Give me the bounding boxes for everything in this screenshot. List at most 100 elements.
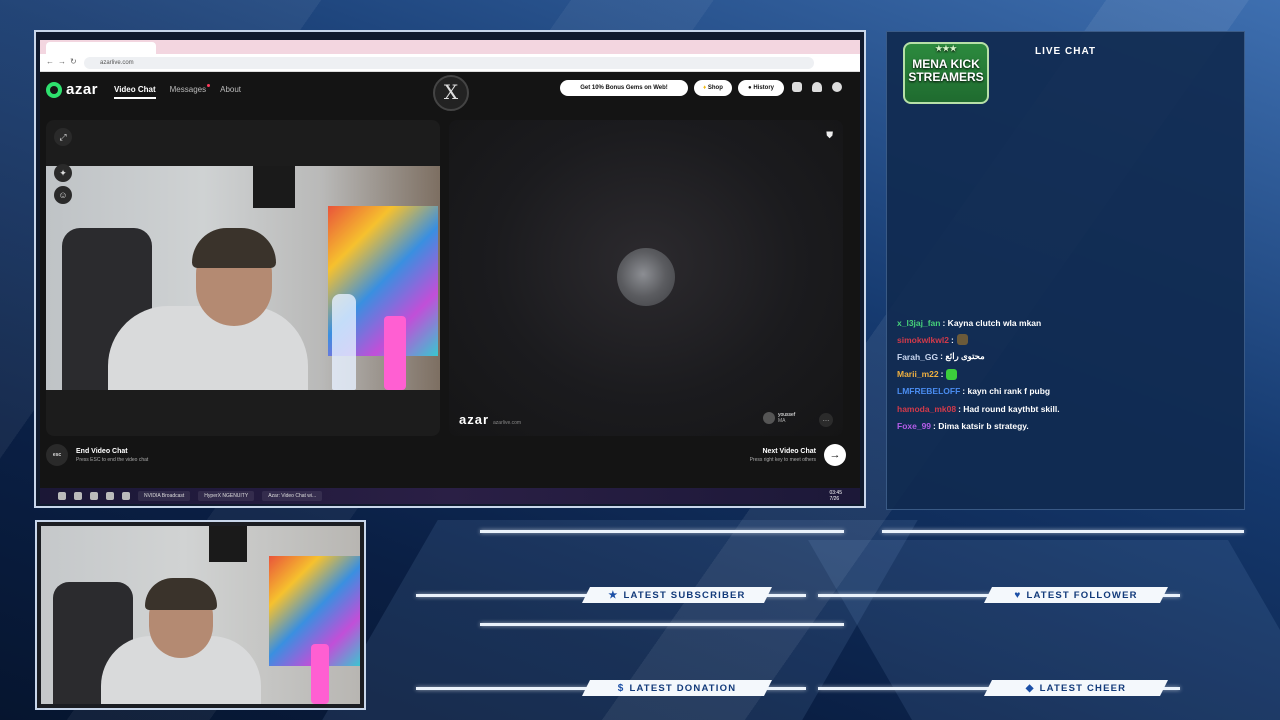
x-logo-icon: X [433, 75, 469, 111]
expand-icon[interactable]: ⤢ [54, 128, 72, 146]
chat-message: Farah_GG: محتوى رائع [897, 348, 1237, 365]
bell-icon[interactable] [812, 82, 822, 92]
latest-follower-plate: ♥ LATEST FOLLOWER [984, 587, 1168, 603]
azar-logo[interactable]: azar [46, 81, 98, 98]
profile-icon[interactable] [832, 82, 842, 92]
arrow-right-icon[interactable]: → [824, 444, 846, 466]
self-camera-feed [46, 166, 440, 390]
chat-text: : Dima katsir b strategy. [933, 420, 1029, 431]
latest-cheer-label: LATEST CHEER [1039, 682, 1127, 694]
wall-poster [253, 166, 295, 208]
browser-tab-strip [40, 40, 860, 54]
latest-follower-label: LATEST FOLLOWER [1026, 589, 1138, 601]
watermark-text: azar [459, 412, 490, 427]
person-hoodie [108, 306, 308, 390]
chat-username[interactable]: x_l3jaj_fan [897, 318, 940, 328]
nav-about[interactable]: About [220, 85, 241, 99]
nav-messages[interactable]: Messages [170, 84, 211, 99]
peer-info[interactable]: youssef MA [763, 412, 795, 424]
mena-kick-streamers-logo: ★★★ MENA KICK STREAMERS [903, 42, 989, 104]
emote-icon [956, 334, 968, 346]
main-nav: Video Chat Messages About [114, 84, 241, 99]
live-chat-title: LIVE CHAT [1035, 46, 1097, 57]
beanie [192, 228, 276, 268]
chat-username[interactable]: Marii_m22 [897, 369, 939, 379]
taskbar-app-azar[interactable]: Azar: Video Chat wi... [262, 491, 323, 501]
alert-divider [882, 530, 1244, 533]
shield-icon[interactable]: ⛊ [826, 130, 833, 141]
latest-donation-plate: $ LATEST DONATION [582, 680, 772, 696]
latest-cheer-bar: ◆ LATEST CHEER [818, 680, 1180, 696]
magic-wand-icon[interactable]: ✦ [54, 164, 72, 182]
pink-lamp [311, 644, 329, 704]
search-icon[interactable] [58, 492, 66, 500]
partner-video-pane: ⛊ azar azarlive.com youssef MA … [449, 120, 843, 436]
latest-subscriber-label: LATEST SUBSCRIBER [623, 589, 746, 601]
chat-text: : محتوى رائع [940, 351, 985, 362]
chat-message: Foxe_99: Dima katsir b strategy. [897, 417, 1237, 434]
azar-watermark: azar azarlive.com [459, 412, 521, 427]
explorer-icon[interactable] [90, 492, 98, 500]
app-header: azar Video Chat Messages About X Get 10%… [40, 72, 860, 112]
emote-icon [946, 368, 958, 380]
taskbar-app-hyperx[interactable]: HyperX NGENUITY [198, 491, 255, 501]
watermark-sub: azarlive.com [493, 420, 522, 426]
latest-subscriber-bar: ★ LATEST SUBSCRIBER [416, 587, 806, 603]
alert-divider [480, 623, 844, 626]
chat-text: : Kayna clutch wla mkan [942, 317, 1042, 328]
esc-key-icon[interactable]: esc [46, 444, 68, 466]
dollar-icon: $ [617, 682, 625, 694]
browser-nav-icons[interactable]: ←→↻ [46, 57, 81, 66]
chat-username[interactable]: hamoda_mk08 [897, 404, 956, 414]
chat-username[interactable]: LMFREBELOFF [897, 386, 960, 396]
self-video-pane: ⤢ ✦ ☺ [46, 120, 440, 436]
address-bar[interactable]: azarlive.com [84, 57, 814, 69]
diamond-icon: ◆ [1025, 682, 1035, 694]
taskbar-clock[interactable]: 03:45 7/26 [829, 490, 842, 502]
next-chat-control[interactable]: Next Video Chat Press right key to meet … [750, 444, 846, 466]
water-bottle [332, 294, 356, 390]
end-chat-title: End Video Chat [76, 447, 128, 455]
chat-message: Marii_m22: [897, 366, 1237, 383]
browser-tab[interactable] [46, 42, 156, 54]
chat-username[interactable]: Foxe_99 [897, 421, 931, 431]
partner-avatar [617, 248, 675, 306]
history-button[interactable]: ● History [738, 80, 784, 96]
windows-taskbar: NVIDIA Broadcast HyperX NGENUITY Azar: V… [40, 488, 860, 504]
nav-video-chat[interactable]: Video Chat [114, 85, 156, 99]
app-icon[interactable] [106, 492, 114, 500]
browser-toolbar: ←→↻ azarlive.com [40, 54, 860, 72]
chat-username[interactable]: Farah_GG [897, 352, 938, 362]
sticker-icon[interactable]: ☺ [54, 186, 72, 204]
webcam-frame [35, 520, 366, 710]
chat-text: : [950, 334, 954, 345]
inbox-icon[interactable] [792, 82, 802, 92]
end-chat-control[interactable]: esc End Video Chat Press ESC to end the … [46, 444, 148, 466]
heart-icon: ♥ [1014, 589, 1022, 601]
shop-label: Shop [707, 85, 723, 91]
chat-messages: x_l3jaj_fan: Kayna clutch wla mkan simokw… [897, 314, 1237, 434]
promo-button[interactable]: Get 10% Bonus Gems on Web! [560, 80, 688, 96]
wall-poster [209, 526, 247, 562]
logo-text: azar [66, 81, 99, 98]
chrome-icon[interactable] [122, 492, 130, 500]
webcam-feed [41, 526, 360, 704]
task-view-icon[interactable] [74, 492, 82, 500]
next-chat-subtitle: Press right key to meet others [749, 456, 816, 463]
shop-button[interactable]: ♦ Shop [694, 80, 732, 96]
chat-text: : [940, 369, 944, 380]
pink-lamp [384, 316, 406, 390]
chat-bubble-icon[interactable]: … [819, 413, 833, 427]
taskbar-app-nvidia[interactable]: NVIDIA Broadcast [138, 491, 191, 501]
badge-stars: ★★★ [935, 44, 957, 53]
badge-line-2: STREAMERS [908, 70, 984, 84]
latest-subscriber-plate: ★ LATEST SUBSCRIBER [582, 587, 772, 603]
chat-username[interactable]: simokwlkwl2 [897, 335, 949, 345]
latest-donation-label: LATEST DONATION [629, 682, 737, 694]
clock-icon: ● [748, 85, 752, 91]
azar-logo-icon [46, 81, 62, 98]
gem-icon: ♦ [703, 85, 707, 91]
chat-text: : kayn chi rank f pubg [962, 386, 1051, 397]
next-chat-title: Next Video Chat [762, 447, 816, 455]
peer-avatar [763, 412, 775, 424]
